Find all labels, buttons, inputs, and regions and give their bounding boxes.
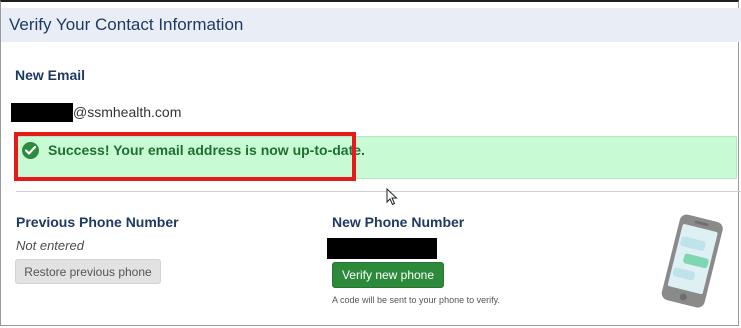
new-phone-title: New Phone Number	[332, 214, 465, 230]
previous-phone-title: Previous Phone Number	[16, 214, 179, 230]
page-header: Verify Your Contact Information	[1, 8, 741, 42]
restore-previous-phone-button[interactable]: Restore previous phone	[15, 259, 161, 284]
new-email-label: New Email	[15, 67, 86, 83]
previous-phone-value: Not entered	[16, 238, 84, 253]
redacted-email-username	[11, 103, 73, 122]
redacted-new-phone-number	[327, 238, 437, 259]
email-domain: @ssmhealth.com	[73, 104, 182, 120]
section-divider	[16, 191, 741, 192]
highlight-annotation	[14, 132, 356, 181]
verification-helper-text: A code will be sent to your phone to ver…	[332, 295, 500, 305]
verify-new-phone-button[interactable]: Verify new phone	[332, 262, 444, 288]
mouse-pointer-icon	[386, 187, 398, 211]
phone-chat-illustration-icon	[652, 211, 732, 318]
page-title: Verify Your Contact Information	[9, 15, 244, 34]
